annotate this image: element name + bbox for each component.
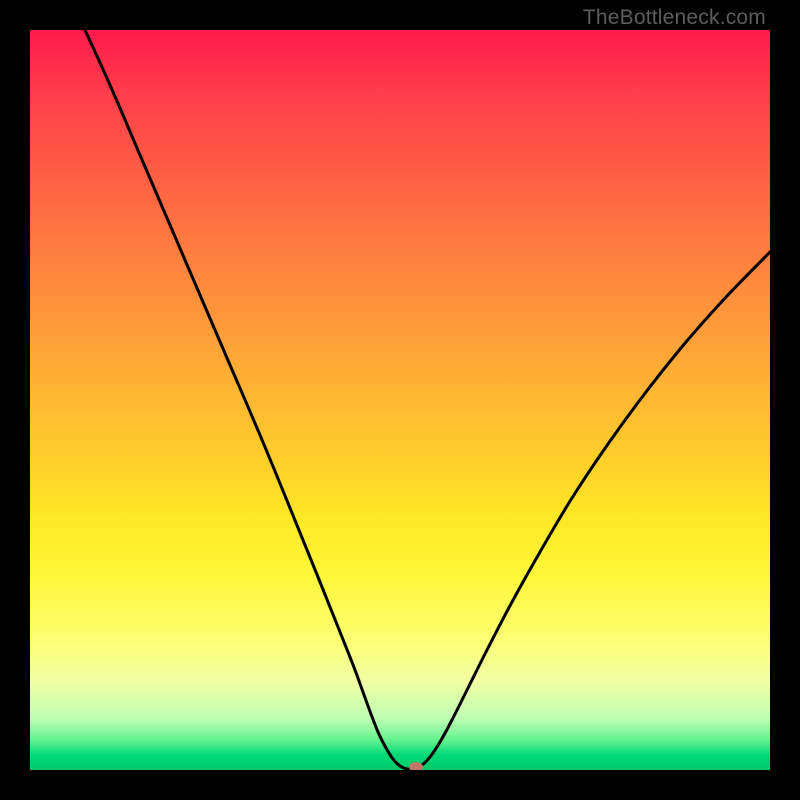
plot-area: [30, 30, 770, 770]
chart-frame: TheBottleneck.com: [0, 0, 800, 800]
curve-svg: [30, 30, 770, 770]
optimal-point-marker: [409, 762, 423, 770]
watermark: TheBottleneck.com: [583, 6, 766, 30]
bottleneck-curve: [85, 30, 770, 769]
